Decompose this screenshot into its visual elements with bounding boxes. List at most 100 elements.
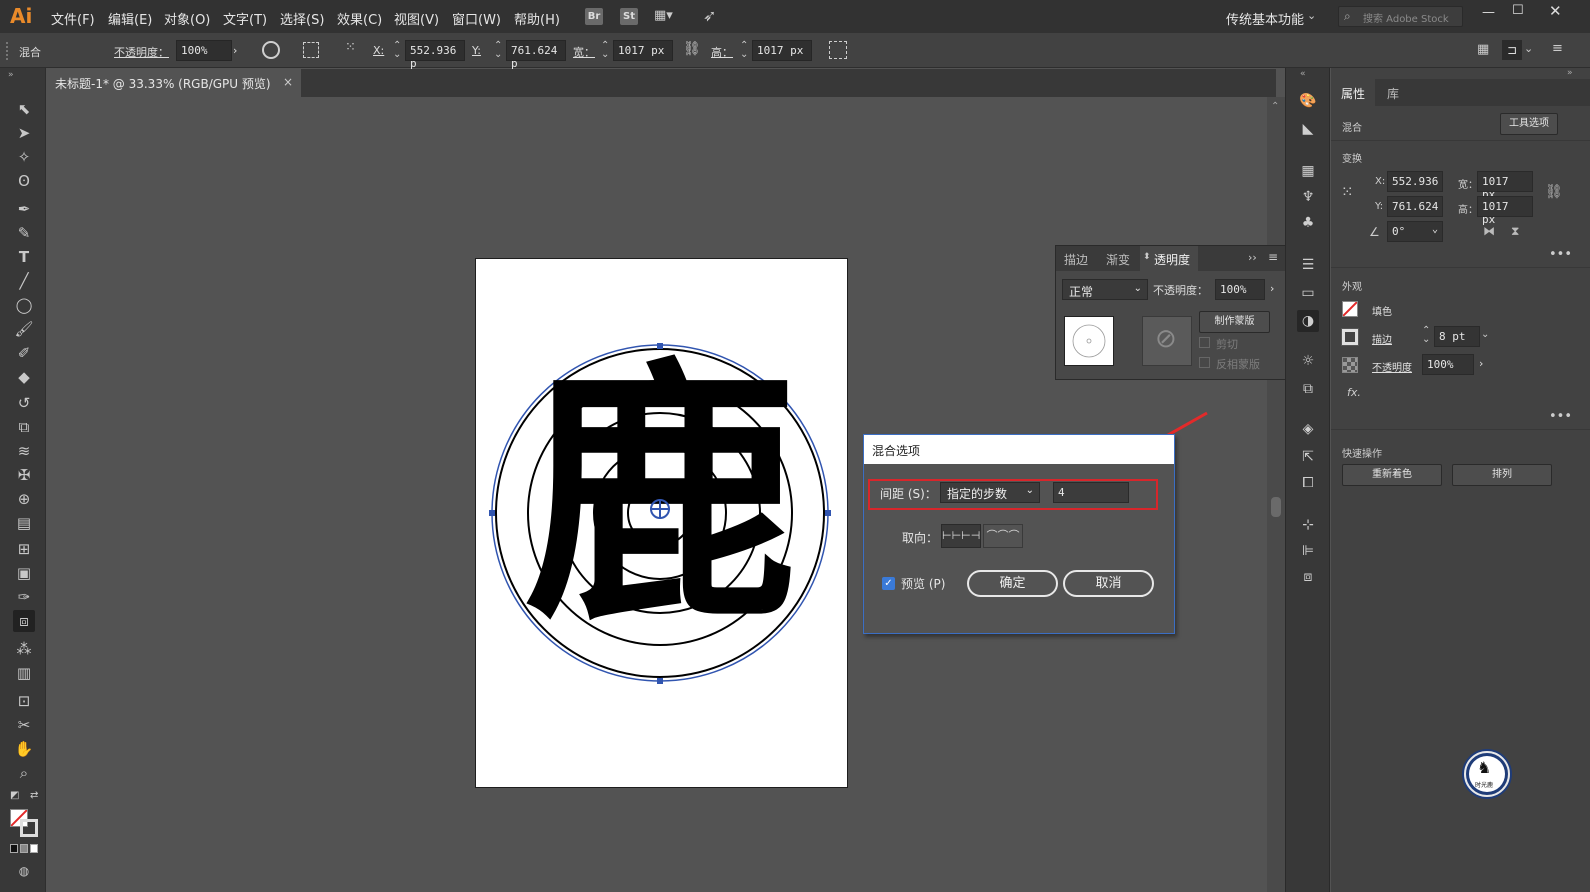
menu-help[interactable]: 帮助(H)	[514, 9, 560, 28]
width-stepper-icon[interactable]: ⌃ ⌄	[601, 41, 609, 60]
tool-options-button[interactable]: 工具选项	[1500, 113, 1558, 135]
recolor-globe-icon[interactable]	[262, 41, 280, 59]
tab-stroke[interactable]: 描边	[1056, 246, 1096, 271]
width-field[interactable]: 1017 px	[613, 40, 673, 61]
preview-checkbox[interactable]: ✓	[882, 577, 895, 590]
minimize-icon[interactable]: —	[1482, 5, 1495, 20]
hand-tool-icon[interactable]: ✋	[13, 738, 35, 760]
more-options-icon[interactable]: •••	[1549, 247, 1572, 262]
canvas-scrollbar[interactable]: ⌃	[1267, 97, 1285, 892]
arrange-documents-icon[interactable]: ▦▾	[654, 8, 673, 24]
pen-tool-icon[interactable]: ✒	[13, 198, 35, 220]
tab-transparency[interactable]: ⬍ 透明度	[1140, 246, 1199, 271]
menu-edit[interactable]: 编辑(E)	[108, 9, 152, 28]
reference-point-icon[interactable]: ⁙	[1341, 183, 1354, 201]
height-stepper-icon[interactable]: ⌃ ⌄	[740, 41, 748, 60]
menu-window[interactable]: 窗口(W)	[452, 9, 501, 28]
menu-view[interactable]: 视图(V)	[394, 9, 439, 28]
document-tab[interactable]: 未标题-1* @ 33.33% (RGB/GPU 预览) ×	[47, 69, 301, 97]
align-to-path-icon[interactable]: ⌒⌒⌒	[983, 524, 1023, 548]
transform-panel-icon[interactable]: ⊹	[1297, 514, 1319, 536]
expand-panel-icon[interactable]: ››	[1248, 251, 1257, 264]
chevron-down-icon[interactable]: ⌄	[1307, 9, 1316, 22]
slice-tool-icon[interactable]: ✂	[13, 714, 35, 736]
draw-mode-icon[interactable]: ◍	[13, 860, 35, 882]
eyedropper-tool-icon[interactable]: ✑	[13, 586, 35, 608]
x-stepper-icon[interactable]: ⌃ ⌄	[393, 41, 401, 60]
panel-toggle-icon[interactable]: ⊐	[1502, 40, 1522, 60]
panel-menu-icon[interactable]: ≡	[1552, 41, 1563, 56]
gradient-tool-icon[interactable]: ▣	[13, 562, 35, 584]
scale-tool-icon[interactable]: ⧉	[13, 416, 35, 438]
reference-point-icon[interactable]: ⁙	[345, 40, 363, 58]
collapse-strip-icon[interactable]: «	[1300, 69, 1306, 79]
gpu-rocket-icon[interactable]: ➶	[703, 6, 716, 25]
ellipse-tool-icon[interactable]: ◯	[13, 294, 35, 316]
workspace-switcher[interactable]: 传统基本功能	[1226, 9, 1304, 28]
tab-libraries[interactable]: 库	[1377, 79, 1409, 106]
rotate-angle-field[interactable]: 0° ⌄	[1387, 221, 1443, 242]
paintbrush-tool-icon[interactable]: 🖌	[13, 318, 35, 340]
y-field[interactable]: 761.624 p	[506, 40, 566, 70]
clip-checkbox[interactable]	[1199, 337, 1210, 348]
close-window-icon[interactable]: ✕	[1549, 2, 1562, 20]
stroke-panel-icon[interactable]: ☰	[1297, 254, 1319, 276]
blend-mode-select[interactable]: 正常 ⌄	[1062, 279, 1148, 300]
align-panel-icon[interactable]: ⊫	[1297, 540, 1319, 562]
mask-thumbnail[interactable]: ⊘	[1142, 316, 1192, 366]
height-field[interactable]: 1017 px	[752, 40, 812, 61]
opacity-label[interactable]: 不透明度：	[114, 44, 169, 60]
more-options-icon[interactable]: •••	[1549, 409, 1572, 424]
curvature-tool-icon[interactable]: ✎	[13, 222, 35, 244]
appearance-panel-icon[interactable]: ☼	[1297, 350, 1319, 372]
align-to-icon[interactable]	[303, 42, 319, 58]
blend-tool-icon[interactable]: ⧈	[13, 610, 35, 632]
lasso-tool-icon[interactable]: ʘ	[13, 170, 35, 192]
menu-type[interactable]: 文字(T)	[223, 9, 267, 28]
object-thumbnail[interactable]	[1064, 316, 1114, 366]
selection-tool-icon[interactable]: ⬉	[13, 98, 35, 120]
shaper-tool-icon[interactable]: ✐	[13, 342, 35, 364]
props-height-field[interactable]: 1017 px	[1477, 196, 1533, 226]
swap-colors-icon[interactable]: ⇄	[30, 790, 38, 801]
cancel-button[interactable]: 取消	[1063, 570, 1154, 597]
warp-tool-icon[interactable]: ≋	[13, 440, 35, 462]
magic-wand-tool-icon[interactable]: ✧	[13, 146, 35, 168]
brushes-panel-icon[interactable]: ♆	[1297, 186, 1319, 208]
color-guide-icon[interactable]: ◣	[1297, 118, 1319, 140]
puppet-warp-tool-icon[interactable]: ✠	[13, 464, 35, 486]
export-panel-icon[interactable]: ⇱	[1297, 446, 1319, 468]
perspective-grid-tool-icon[interactable]: ▤	[13, 512, 35, 534]
pathfinder-panel-icon[interactable]: ⧈	[1297, 566, 1319, 588]
color-mode-icons[interactable]	[10, 844, 38, 853]
spacing-mode-select[interactable]: 指定的步数 ⌄	[940, 482, 1040, 503]
layers-panel-icon[interactable]: ◈	[1297, 418, 1319, 440]
rotate-tool-icon[interactable]: ↺	[13, 392, 35, 414]
swatches-panel-icon[interactable]: ▦	[1297, 160, 1319, 182]
props-y-field[interactable]: 761.624	[1387, 196, 1443, 217]
menu-select[interactable]: 选择(S)	[280, 9, 324, 28]
transparency-opacity-field[interactable]: 100%	[1215, 279, 1265, 300]
stock-search-input[interactable]: ⌕ 搜索 Adobe Stock	[1338, 6, 1463, 27]
bridge-button[interactable]: Br	[585, 8, 603, 25]
stroke-swatch-icon[interactable]	[20, 819, 38, 837]
gradient-panel-icon[interactable]: ▭	[1297, 282, 1319, 304]
collapse-toolbar-icon[interactable]: »	[8, 70, 14, 80]
align-to-page-icon[interactable]: ⊢⊢⊢⊣	[941, 524, 981, 548]
collapse-panel-icon[interactable]: »	[1567, 68, 1573, 78]
artboards-panel-icon[interactable]: ⧠	[1297, 472, 1319, 494]
mesh-tool-icon[interactable]: ⊞	[13, 538, 35, 560]
line-tool-icon[interactable]: ╱	[13, 270, 35, 292]
transparency-panel-icon[interactable]: ◑	[1297, 310, 1319, 332]
graphic-styles-icon[interactable]: ⧉	[1297, 378, 1319, 400]
stroke-swatch[interactable]	[1341, 328, 1359, 346]
x-field[interactable]: 552.936 p	[405, 40, 465, 70]
grip-handle[interactable]	[6, 42, 9, 60]
menu-effect[interactable]: 效果(C)	[337, 9, 382, 28]
scroll-thumb[interactable]	[1271, 497, 1281, 517]
ok-button[interactable]: 确定	[967, 570, 1058, 597]
arrange-button[interactable]: 排列	[1452, 464, 1552, 486]
tab-properties[interactable]: 属性	[1331, 79, 1376, 106]
constrain-proportions-icon[interactable]: ⛓	[1545, 184, 1563, 200]
zoom-tool-icon[interactable]: ⌕	[13, 762, 35, 784]
